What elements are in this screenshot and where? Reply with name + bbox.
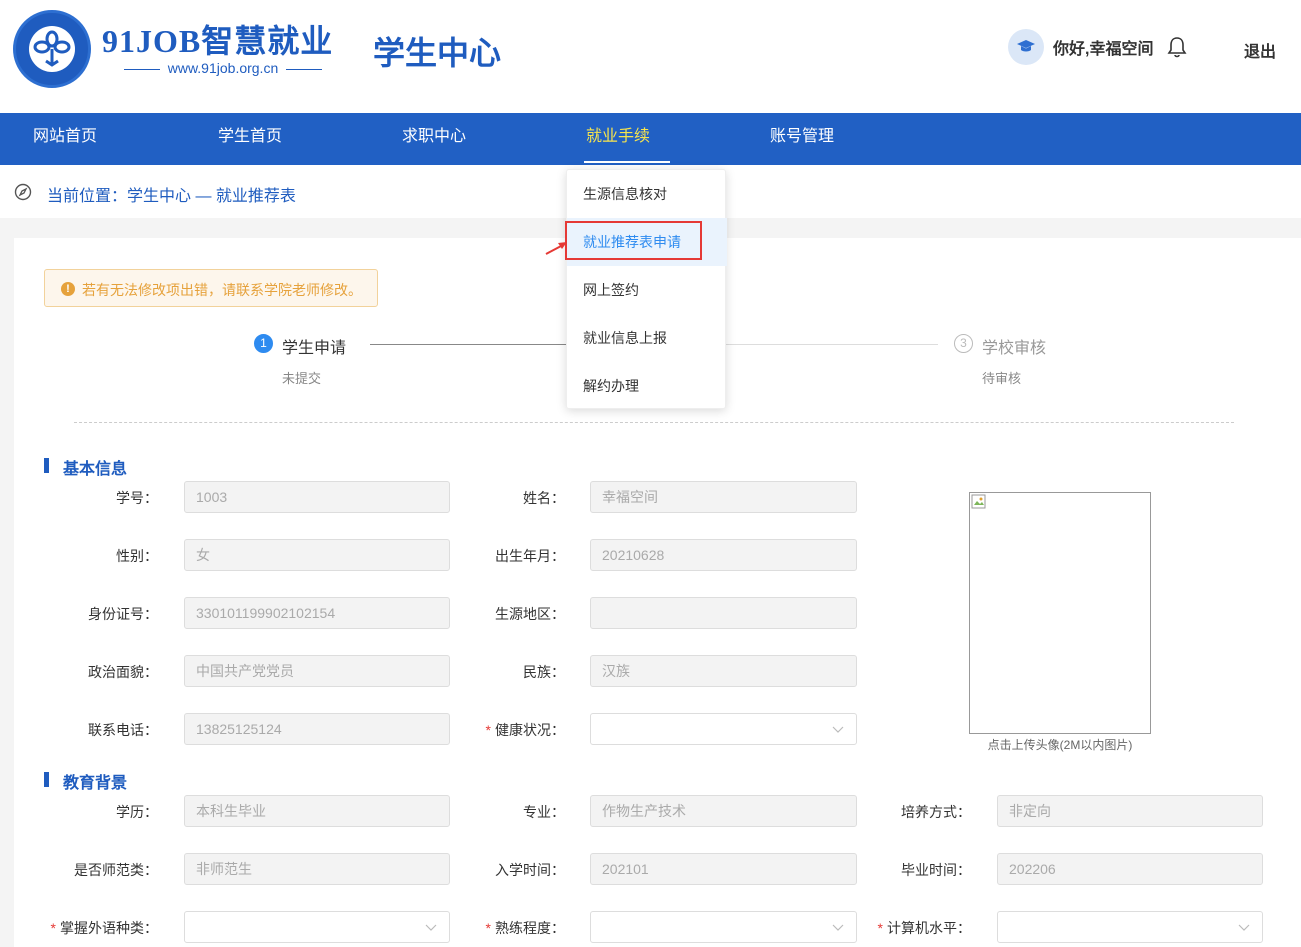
step-3-title: 学校审核 — [982, 340, 1047, 357]
logo-title: 91JOB智慧就业 — [102, 23, 334, 59]
logo-url: www.91job.org.cn — [105, 60, 341, 76]
step-3-status: 待审核 — [982, 371, 1022, 386]
grad-field — [997, 853, 1263, 885]
birth-field — [590, 539, 857, 571]
avatar-upload[interactable] — [969, 492, 1151, 734]
idcard-field — [184, 597, 450, 629]
avatar-upload-caption: 点击上传头像(2M以内图片) — [987, 738, 1133, 752]
bell-icon[interactable] — [1167, 36, 1187, 58]
origin-label: 生源地区： — [495, 606, 565, 622]
student-id-label: 学号： — [116, 490, 158, 506]
nav-item-account[interactable]: 账号管理 — [770, 113, 834, 165]
language-select[interactable] — [184, 911, 450, 943]
gender-field — [184, 539, 450, 571]
broken-image-icon — [971, 494, 986, 509]
step-1-status: 未提交 — [282, 371, 322, 386]
ethnic-label: 民族： — [523, 664, 565, 680]
warning-alert: ! 若有无法修改项出错，请联系学院老师修改。 — [44, 269, 378, 307]
origin-field — [590, 597, 857, 629]
proficiency-label: * 熟练程度： — [485, 920, 565, 936]
train-label: 培养方式： — [901, 804, 971, 820]
pointer-arrow-icon — [545, 242, 567, 255]
language-label: * 掌握外语种类： — [50, 920, 158, 936]
computer-select[interactable] — [997, 911, 1263, 943]
degree-field — [184, 795, 450, 827]
health-select[interactable] — [590, 713, 857, 745]
step-connector — [370, 344, 566, 345]
menu-item-contract-termination[interactable]: 解约办理 — [567, 362, 727, 410]
political-label: 政治面貌： — [88, 664, 158, 680]
nav-item-employment-procedures[interactable]: 就业手续 — [584, 113, 671, 165]
major-label: 专业： — [523, 804, 565, 820]
degree-label: 学历： — [116, 804, 158, 820]
user-greeting[interactable]: 你好,幸福空间 — [1053, 35, 1153, 59]
active-underline — [584, 161, 671, 163]
enroll-label: 入学时间： — [495, 862, 565, 878]
logout-button[interactable]: 退出 — [1244, 38, 1276, 62]
alert-text: 若有无法修改项出错，请联系学院老师修改。 — [82, 282, 362, 298]
name-label: 姓名： — [523, 490, 565, 506]
chevron-down-icon — [832, 924, 844, 931]
divider — [74, 422, 1234, 423]
menu-item-online-signing[interactable]: 网上签约 — [567, 266, 727, 314]
user-area: 你好,幸福空间 — [1008, 29, 1187, 65]
section-title-basic: 基本信息 — [63, 461, 128, 478]
nav-item-label: 就业手续 — [586, 128, 651, 145]
chevron-down-icon — [425, 924, 437, 931]
logo-emblem-icon — [13, 10, 91, 88]
step-3-number: 3 — [954, 334, 973, 353]
compass-icon — [14, 183, 32, 201]
birth-label: 出生年月： — [495, 548, 565, 564]
chevron-down-icon — [832, 726, 844, 733]
section-marker — [44, 772, 49, 787]
graduation-cap-icon — [1008, 29, 1044, 65]
step-1-title: 学生申请 — [282, 340, 347, 357]
computer-label: * 计算机水平： — [877, 920, 971, 936]
chevron-down-icon — [1238, 924, 1250, 931]
highlight-box — [565, 221, 702, 260]
phone-field — [184, 713, 450, 745]
ethnic-field — [590, 655, 857, 687]
step-connector — [726, 344, 938, 345]
phone-label: 联系电话： — [88, 722, 158, 738]
nav-item-student-home[interactable]: 学生首页 — [218, 113, 282, 165]
enroll-field — [590, 853, 857, 885]
page-title: 学生中心 — [373, 35, 502, 71]
name-field — [590, 481, 857, 513]
menu-item-source-info[interactable]: 生源信息核对 — [567, 170, 727, 218]
nav-item-job-center[interactable]: 求职中心 — [402, 113, 466, 165]
idcard-label: 身份证号： — [88, 606, 158, 622]
proficiency-select[interactable] — [590, 911, 857, 943]
site-logo[interactable]: 91JOB智慧就业 www.91job.org.cn — [13, 10, 343, 88]
header: 91JOB智慧就业 www.91job.org.cn 学生中心 你好,幸福空间 … — [0, 0, 1301, 113]
main-nav: 网站首页 学生首页 求职中心 就业手续 账号管理 — [0, 113, 1301, 165]
breadcrumb-text: 当前位置：学生中心 — 就业推荐表 — [47, 188, 296, 205]
student-id-field — [184, 481, 450, 513]
grad-label: 毕业时间： — [901, 862, 971, 878]
menu-item-employment-report[interactable]: 就业信息上报 — [567, 314, 727, 362]
step-1-number: 1 — [254, 334, 273, 353]
normal-field — [184, 853, 450, 885]
health-label: * 健康状况： — [485, 722, 565, 738]
major-field — [590, 795, 857, 827]
train-field — [997, 795, 1263, 827]
nav-item-home[interactable]: 网站首页 — [33, 113, 97, 165]
political-field — [184, 655, 450, 687]
gender-label: 性别： — [116, 548, 158, 564]
normal-label: 是否师范类： — [74, 862, 158, 878]
warning-icon: ! — [61, 282, 75, 296]
procedures-dropdown-menu: 生源信息核对 就业推荐表申请 网上签约 就业信息上报 解约办理 — [566, 169, 727, 410]
section-marker — [44, 458, 49, 473]
section-title-education: 教育背景 — [63, 775, 128, 792]
